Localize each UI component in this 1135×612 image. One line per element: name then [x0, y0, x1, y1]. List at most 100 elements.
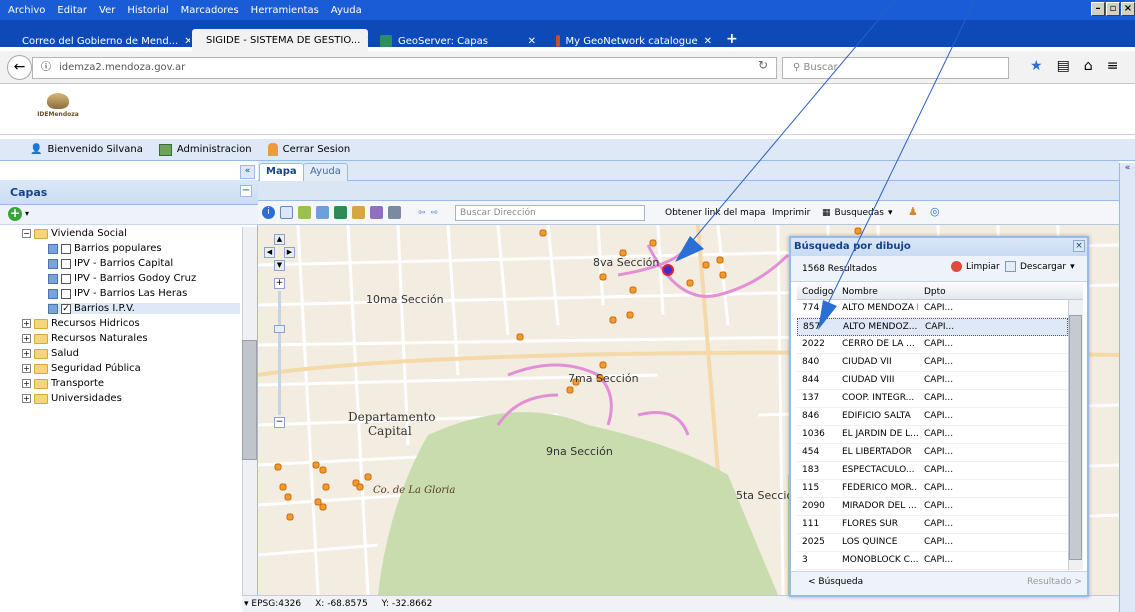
admin-button[interactable]: Administracion: [158, 143, 252, 156]
layer-item[interactable]: IPV - Barrios Las Heras: [48, 288, 187, 299]
barrio-marker[interactable]: [279, 483, 287, 491]
menu-item-archivo[interactable]: Archivo: [8, 5, 45, 16]
tab-close-icon[interactable]: ✕: [366, 35, 368, 46]
table-row[interactable]: 2025 LOS QUINCE CAPI...: [797, 534, 1068, 552]
pan-left-icon[interactable]: ◀: [264, 247, 275, 258]
barrio-marker[interactable]: [274, 463, 282, 471]
barrio-marker[interactable]: [286, 513, 294, 521]
selected-location-marker[interactable]: [662, 264, 674, 276]
layer-group[interactable]: + Transporte: [22, 378, 104, 389]
home-icon[interactable]: ⌂: [1084, 58, 1093, 74]
minimize-icon[interactable]: –: [1091, 2, 1105, 16]
table-row[interactable]: 183 ESPECTACULO... CAPI...: [797, 462, 1068, 480]
tab-ayuda[interactable]: Ayuda: [303, 163, 348, 181]
menu-item-herramientas[interactable]: Herramientas: [251, 5, 319, 16]
clear-button[interactable]: Limpiar: [951, 261, 1000, 272]
pan-down-icon[interactable]: ▼: [274, 260, 285, 271]
barrio-marker[interactable]: [539, 229, 547, 237]
barrio-marker[interactable]: [686, 279, 694, 287]
url-bar[interactable]: ⓘ idemza2.mendoza.gov.ar: [32, 57, 777, 79]
layer-group[interactable]: + Salud: [22, 348, 79, 359]
layer-checkbox[interactable]: ✓: [61, 303, 71, 314]
barrio-marker[interactable]: [626, 311, 634, 319]
zoom-slider-handle[interactable]: [274, 325, 285, 333]
table-row[interactable]: 3 MONOBLOCK C... CAPI...: [797, 552, 1068, 570]
barrio-marker[interactable]: [314, 498, 322, 506]
barrio-marker[interactable]: [566, 386, 574, 394]
browser-tab-4[interactable]: My GeoNetwork catalogue ✕: [548, 31, 720, 51]
menu-item-ver[interactable]: Ver: [99, 5, 115, 16]
pan-right-icon[interactable]: ▶: [284, 247, 295, 258]
layer-checkbox[interactable]: [61, 258, 71, 269]
table-row[interactable]: 454 EL LIBERTADOR CAPI...: [797, 444, 1068, 462]
browser-search-input[interactable]: ⚲ Buscar: [782, 57, 1009, 79]
browser-tab-2[interactable]: SIGIDE - SISTEMA DE GESTIO... ✕: [192, 29, 368, 51]
searches-menu-button[interactable]: ▦ Busquedas ▾: [822, 208, 893, 218]
layer-item[interactable]: IPV - Barrios Godoy Cruz: [48, 273, 196, 284]
layer-group[interactable]: + Recursos Naturales: [22, 333, 148, 344]
collapse-icon[interactable]: −: [22, 229, 31, 238]
back-extent-icon[interactable]: ⇦: [418, 208, 426, 218]
collapse-panel-icon[interactable]: −: [240, 185, 252, 197]
add-layer-dropdown-icon[interactable]: ▾: [25, 209, 29, 218]
clear-drawing-icon[interactable]: [388, 206, 401, 219]
table-row[interactable]: 1036 EL JARDIN DE L... CAPI...: [797, 426, 1068, 444]
expand-icon[interactable]: +: [22, 379, 31, 388]
zoom-out-tool-icon[interactable]: [316, 206, 329, 219]
layer-group[interactable]: − Vivienda Social: [22, 228, 127, 239]
col-header-nombre[interactable]: Nombre: [842, 287, 878, 297]
table-row[interactable]: 2022 CERRO DE LA ... CAPI...: [797, 336, 1068, 354]
expand-icon[interactable]: +: [22, 349, 31, 358]
barrio-marker[interactable]: [356, 483, 364, 491]
table-row[interactable]: 846 EDIFICIO SALTA CAPI...: [797, 408, 1068, 426]
menu-item-ayuda[interactable]: Ayuda: [331, 5, 362, 16]
layer-group[interactable]: + Recursos Hidricos: [22, 318, 140, 329]
menu-hamburger-icon[interactable]: ≡: [1107, 58, 1119, 74]
layer-group[interactable]: + Universidades: [22, 393, 122, 404]
forward-extent-icon[interactable]: ⇨: [431, 208, 439, 218]
col-header-dpto[interactable]: Dpto: [924, 287, 946, 297]
table-row[interactable]: 774 ALTO MENDOZA I CAPI...: [797, 300, 1068, 318]
barrio-marker[interactable]: [284, 493, 292, 501]
table-row[interactable]: 111 FLORES SUR CAPI...: [797, 516, 1068, 534]
pan-up-icon[interactable]: ▲: [274, 234, 285, 245]
collapse-left-button[interactable]: «: [240, 165, 255, 179]
browser-tab-1[interactable]: Correo del Gobierno de Mend... ✕: [8, 31, 190, 51]
tab-close-icon[interactable]: ✕: [528, 36, 536, 47]
expand-icon[interactable]: +: [22, 334, 31, 343]
add-layer-icon[interactable]: +: [8, 207, 22, 221]
menu-item-editar[interactable]: Editar: [57, 5, 87, 16]
layer-checkbox[interactable]: [61, 288, 71, 299]
restore-icon[interactable]: ▫: [1106, 2, 1120, 16]
reload-icon[interactable]: ↻: [758, 58, 768, 72]
print-button[interactable]: Imprimir: [772, 208, 810, 218]
barrio-marker[interactable]: [702, 261, 710, 269]
table-row[interactable]: 844 CIUDAD VIII CAPI...: [797, 372, 1068, 390]
bookmarks-list-icon[interactable]: ▤: [1057, 58, 1070, 74]
layers-scroll-thumb[interactable]: [242, 340, 257, 460]
close-icon[interactable]: ×: [1073, 240, 1085, 252]
measure-area-icon[interactable]: [370, 206, 383, 219]
barrio-marker[interactable]: [719, 271, 727, 279]
barrio-marker[interactable]: [312, 461, 320, 469]
barrio-marker[interactable]: [609, 316, 617, 324]
pan-hand-icon[interactable]: [280, 206, 293, 219]
person-icon[interactable]: ♟: [908, 205, 918, 218]
get-map-link-button[interactable]: Obtener link del mapa: [665, 208, 766, 218]
bookmark-star-icon[interactable]: ★: [1030, 58, 1043, 74]
table-row[interactable]: 115 FEDERICO MOR... CAPI...: [797, 480, 1068, 498]
barrio-marker[interactable]: [516, 333, 524, 341]
barrio-marker[interactable]: [319, 466, 327, 474]
menu-item-marcadores[interactable]: Marcadores: [181, 5, 239, 16]
barrio-marker[interactable]: [629, 286, 637, 294]
collapse-right-button[interactable]: «: [1119, 163, 1135, 612]
table-row[interactable]: 840 CIUDAD VII CAPI...: [797, 354, 1068, 372]
back-button[interactable]: ←: [7, 55, 32, 80]
layer-item[interactable]: Barrios populares: [48, 243, 162, 254]
download-button[interactable]: Descargar ▾: [1005, 261, 1075, 272]
info-tool-icon[interactable]: i: [262, 206, 275, 219]
layer-checkbox[interactable]: [61, 243, 71, 254]
expand-icon[interactable]: +: [22, 364, 31, 373]
close-window-icon[interactable]: ×: [1121, 2, 1135, 16]
barrio-marker[interactable]: [599, 361, 607, 369]
